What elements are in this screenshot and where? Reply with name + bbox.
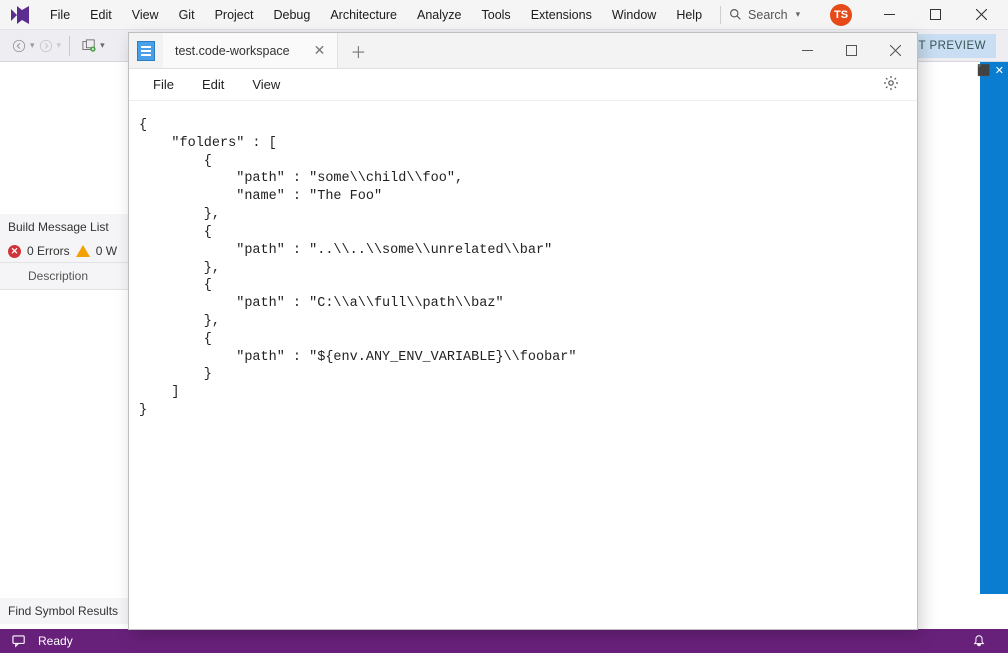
nav-fwd-caret-icon: ▾ — [57, 40, 62, 51]
new-instance-button[interactable] — [78, 35, 100, 57]
warnings-count[interactable]: 0 W — [96, 244, 117, 258]
menubar-separator — [720, 6, 721, 24]
toolbar-separator — [69, 36, 70, 56]
editor-tab[interactable]: test.code-workspace ✕ — [163, 33, 338, 68]
chevron-down-icon[interactable]: ▾ — [968, 64, 974, 77]
menu-architecture[interactable]: Architecture — [320, 0, 407, 30]
notepad-icon — [129, 33, 163, 68]
tab-close-button[interactable]: ✕ — [314, 42, 326, 59]
search-label: Search — [748, 8, 788, 22]
vs-statusbar: Ready — [0, 629, 1008, 653]
editor-menu-view[interactable]: View — [238, 69, 294, 101]
pin-icon[interactable]: ⬛ — [977, 64, 991, 77]
menu-edit[interactable]: Edit — [80, 0, 122, 30]
vs-maximize-button[interactable] — [912, 0, 958, 30]
text-editor-window: test.code-workspace ✕ ＋ File Edit View {… — [128, 32, 918, 630]
menu-project[interactable]: Project — [205, 0, 264, 30]
menu-view[interactable]: View — [122, 0, 169, 30]
chevron-down-icon: ▾ — [796, 9, 801, 20]
error-icon: ✕ — [8, 245, 21, 258]
menu-help[interactable]: Help — [666, 0, 712, 30]
menu-tools[interactable]: Tools — [472, 0, 521, 30]
vs-minimize-button[interactable] — [866, 0, 912, 30]
settings-gear-icon[interactable] — [875, 75, 907, 94]
new-tab-button[interactable]: ＋ — [338, 33, 378, 68]
build-message-panel: Build Message List ✕ 0 Errors 0 W Descri… — [0, 214, 140, 290]
editor-menu-edit[interactable]: Edit — [188, 69, 238, 101]
find-symbol-results-panel-title[interactable]: Find Symbol Results — [0, 598, 140, 624]
user-avatar[interactable]: TS — [830, 4, 852, 26]
build-description-column[interactable]: Description — [0, 262, 140, 290]
editor-maximize-button[interactable] — [829, 33, 873, 68]
editor-menu-file[interactable]: File — [139, 69, 188, 101]
menu-window[interactable]: Window — [602, 0, 666, 30]
search-icon — [729, 8, 742, 21]
nav-back-button[interactable] — [8, 35, 30, 57]
global-search[interactable]: Search ▾ — [729, 8, 800, 22]
warning-icon — [76, 245, 90, 257]
menu-file[interactable]: File — [40, 0, 80, 30]
editor-minimize-button[interactable] — [785, 33, 829, 68]
editor-titlebar: test.code-workspace ✕ ＋ — [129, 33, 917, 69]
editor-close-button[interactable] — [873, 33, 917, 68]
editor-menubar: File Edit View — [129, 69, 917, 101]
vs-menubar: File Edit View Git Project Debug Archite… — [0, 0, 1008, 30]
menu-git[interactable]: Git — [169, 0, 205, 30]
vs-logo-icon — [8, 3, 32, 27]
toolbar-caret-icon: ▾ — [100, 40, 105, 51]
editor-text-content[interactable]: { "folders" : [ { "path" : "some\\child\… — [129, 101, 917, 629]
vs-close-button[interactable] — [958, 0, 1004, 30]
close-icon[interactable]: ✕ — [995, 64, 1004, 77]
feedback-icon[interactable] — [10, 632, 28, 650]
menu-extensions[interactable]: Extensions — [521, 0, 602, 30]
build-panel-title: Build Message List — [0, 214, 140, 240]
errors-count[interactable]: 0 Errors — [27, 244, 70, 258]
right-docked-toolwindow: ▾ ⬛ ✕ — [980, 62, 1008, 594]
status-text: Ready — [38, 634, 73, 648]
menu-debug[interactable]: Debug — [263, 0, 320, 30]
notifications-bell-icon[interactable] — [970, 632, 988, 650]
editor-tab-title: test.code-workspace — [175, 44, 290, 58]
menu-analyze[interactable]: Analyze — [407, 0, 471, 30]
nav-forward-button[interactable] — [35, 35, 57, 57]
